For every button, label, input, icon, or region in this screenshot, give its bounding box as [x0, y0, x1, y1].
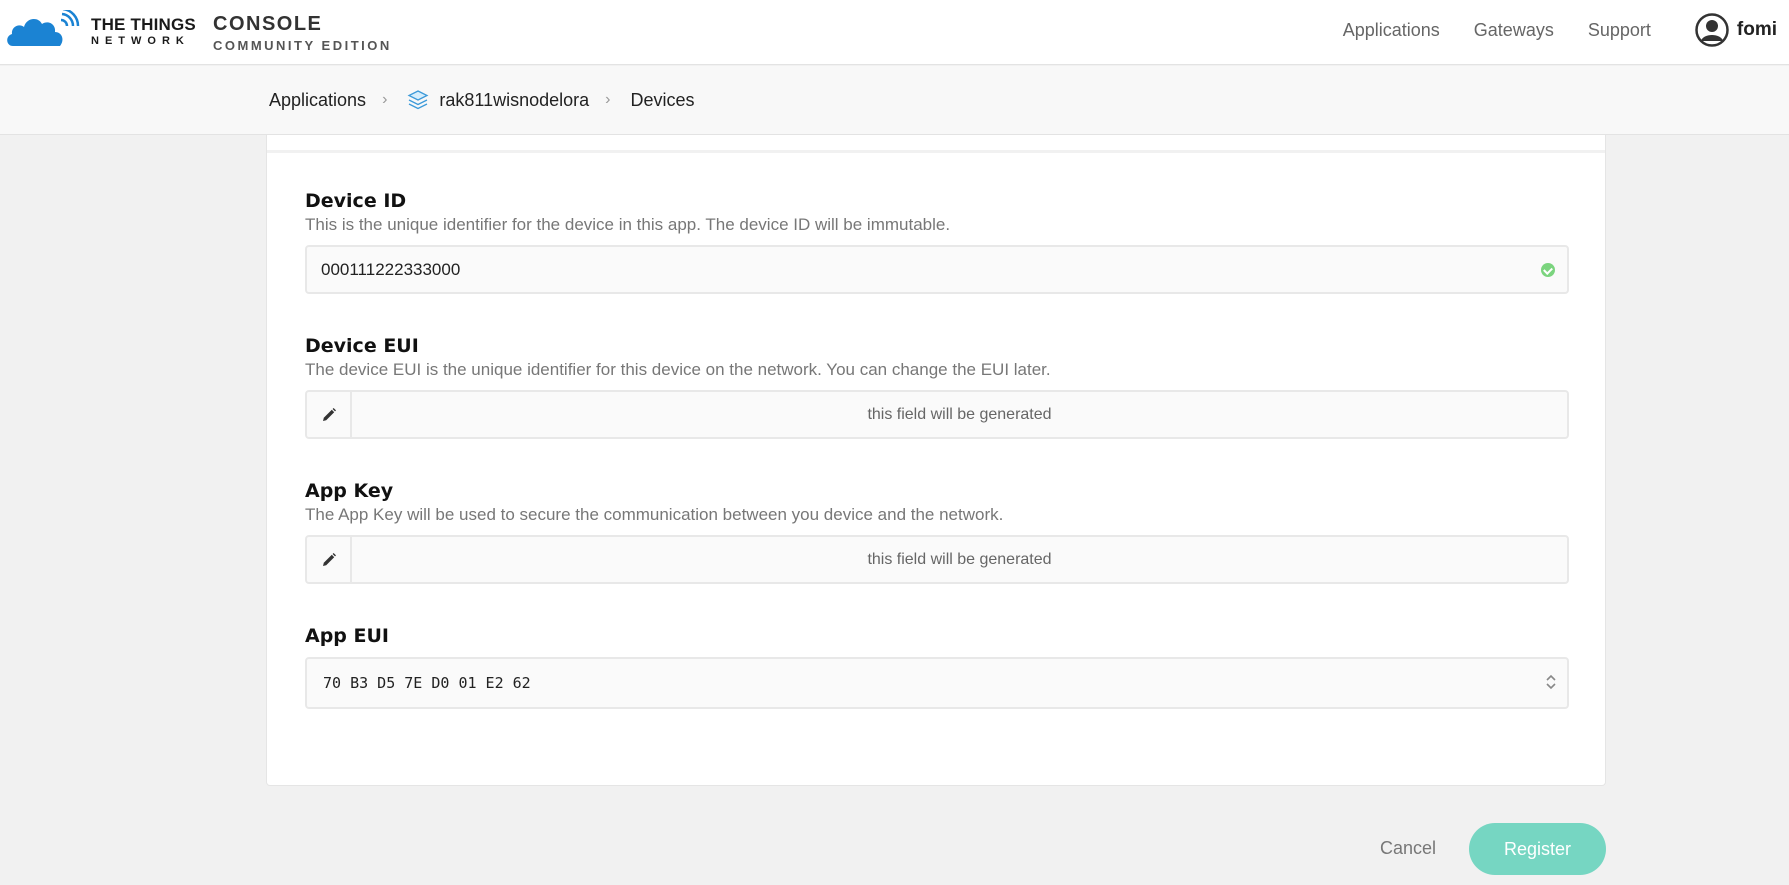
device-eui-description: The device EUI is the unique identifier …	[305, 360, 1051, 379]
device-eui-placeholder: this field will be generated	[867, 405, 1052, 423]
device-id-field: Device ID This is the unique identifier …	[305, 190, 1569, 294]
breadcrumb-devices[interactable]: Devices	[630, 90, 694, 111]
device-eui-label: Device EUI	[305, 335, 419, 357]
main-nav: Applications Gateways Support fomi	[1343, 0, 1789, 60]
console-subtitle-text: COMMUNITY EDITION	[213, 38, 392, 53]
device-id-value: 000111222333000	[321, 259, 461, 279]
card-divider	[267, 150, 1605, 153]
device-eui-field: Device EUI The device EUI is the unique …	[305, 335, 1569, 439]
register-device-card: Device ID This is the unique identifier …	[266, 135, 1606, 786]
console-title: CONSOLE COMMUNITY EDITION	[213, 14, 392, 52]
app-eui-value: 70 B3 D5 7E D0 01 E2 62	[323, 674, 531, 692]
top-navbar: THE THINGS NETWORK CONSOLE COMMUNITY EDI…	[0, 0, 1789, 65]
app-key-label: App Key	[305, 480, 394, 502]
breadcrumb: Applications › rak811wisnodelora › Devic…	[269, 66, 695, 134]
register-button[interactable]: Register	[1469, 823, 1606, 875]
device-eui-edit-button[interactable]	[307, 392, 352, 437]
user-avatar-icon	[1695, 13, 1729, 47]
valid-check-icon	[1541, 263, 1555, 277]
breadcrumb-bar: Applications › rak811wisnodelora › Devic…	[0, 66, 1789, 135]
breadcrumb-applications[interactable]: Applications	[269, 90, 366, 111]
brand-name: THE THINGS NETWORK	[91, 16, 196, 47]
app-key-placeholder: this field will be generated	[867, 550, 1052, 568]
device-id-description: This is the unique identifier for the de…	[305, 215, 951, 234]
nav-applications[interactable]: Applications	[1343, 20, 1440, 41]
app-eui-field: App EUI 70 B3 D5 7E D0 01 E2 62	[305, 625, 1569, 709]
app-key-field: App Key The App Key will be used to secu…	[305, 480, 1569, 584]
brand-top-text: THE THINGS	[91, 15, 196, 34]
pencil-icon	[322, 552, 336, 566]
cloud-logo-icon	[7, 10, 80, 46]
app-key-description: The App Key will be used to secure the c…	[305, 505, 1004, 524]
app-eui-label: App EUI	[305, 625, 389, 647]
app-eui-select[interactable]: 70 B3 D5 7E D0 01 E2 62	[305, 657, 1569, 709]
pencil-icon	[322, 407, 336, 421]
breadcrumb-app[interactable]: rak811wisnodelora	[407, 89, 589, 111]
brand-bottom-text: NETWORK	[91, 35, 190, 47]
ttn-logo[interactable]	[5, 10, 85, 48]
nav-support[interactable]: Support	[1588, 20, 1651, 41]
breadcrumb-separator-icon: ›	[605, 91, 611, 108]
application-stack-icon	[407, 90, 429, 110]
nav-gateways[interactable]: Gateways	[1474, 20, 1554, 41]
breadcrumb-separator-icon: ›	[382, 91, 388, 108]
app-key-edit-button[interactable]	[307, 537, 352, 582]
cancel-button[interactable]: Cancel	[1380, 838, 1436, 859]
select-arrows-icon	[1546, 674, 1556, 690]
device-eui-input: this field will be generated	[305, 390, 1569, 439]
app-key-input: this field will be generated	[305, 535, 1569, 584]
console-title-text: CONSOLE	[213, 13, 323, 35]
breadcrumb-app-label: rak811wisnodelora	[439, 89, 590, 110]
device-id-input[interactable]: 000111222333000	[305, 245, 1569, 294]
device-id-label: Device ID	[305, 190, 407, 212]
user-menu[interactable]: fomi	[1695, 13, 1777, 47]
user-name: fomi	[1736, 19, 1777, 40]
